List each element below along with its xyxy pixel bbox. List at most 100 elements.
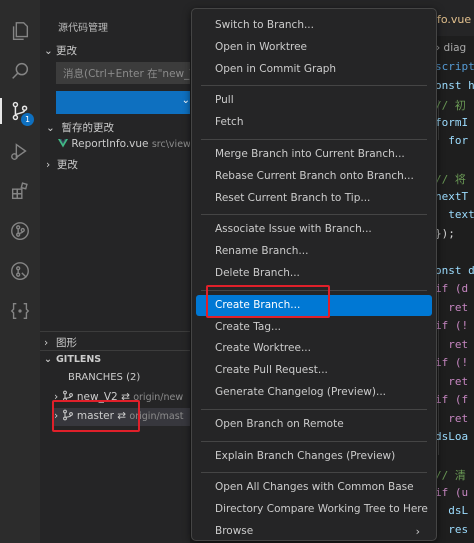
menu-separator [201,214,427,216]
staged-changes-label: 暂存的更改 [61,122,115,134]
chevron-down-icon: ⌄ [46,122,55,134]
code-line: if (f [435,393,469,406]
unstaged-changes-header[interactable]: › 更改 [46,157,78,172]
code-line: ret [435,411,469,425]
menu-item-delete-branch[interactable]: Delete Branch... [196,263,432,284]
source-control-icon[interactable]: 1 [0,94,40,128]
changes-section-header[interactable]: ⌄ 更改 [44,43,77,58]
chevron-down-icon[interactable]: ⌄ [182,95,190,106]
menu-item-open-branch-on-remote[interactable]: Open Branch on Remote [196,414,432,435]
menu-item-label: Rebase Current Branch onto Branch... [215,169,414,182]
remote-explorer-icon[interactable] [0,294,40,328]
menu-item-create-pull-request[interactable]: Create Pull Request... [196,360,432,381]
menu-item-label: Open in Commit Graph [215,62,337,75]
menu-item-label: Generate Changelog (Preview)... [215,386,386,398]
code-line: if (! [435,319,469,332]
code-line: if (! [435,356,469,369]
menu-item-open-in-worktree[interactable]: Open in Worktree [196,37,432,58]
extensions-icon[interactable] [0,174,40,208]
menu-separator [201,85,427,87]
menu-item-label: Fetch [215,116,244,129]
menu-item-create-worktree[interactable]: Create Worktree... [196,338,432,359]
menu-item-label: Open All Changes with Common Base [215,481,414,494]
menu-item-label: Switch to Branch... [215,19,314,31]
gitlens-icon[interactable] [0,214,40,248]
menu-item-fetch[interactable]: Fetch [196,112,432,133]
commit-message-input[interactable]: 消息(Ctrl+Enter 在"new_V2 [56,62,190,84]
code-line: formI [435,115,469,129]
chevron-right-icon: › [44,337,49,349]
menu-item-generate-changelog-preview[interactable]: Generate Changelog (Preview)... [196,382,432,403]
code-line: dsL [435,504,469,517]
code-line: if (d [435,282,469,295]
menu-item-label: Create Worktree... [215,342,311,355]
menu-item-merge-branch-into-current-branch[interactable]: Merge Branch into Current Branch... [196,144,432,165]
menu-item-label: Directory Compare Working Tree to Here [215,503,428,516]
code-line: ret [435,374,469,388]
chevron-down-icon: ⌄ [44,45,53,57]
menu-item-reset-current-branch-to-tip[interactable]: Reset Current Branch to Tip... [196,188,432,209]
menu-item-browse[interactable]: Browse › [196,521,432,542]
menu-item-label: Rename Branch... [215,245,309,258]
menu-item-label: Open Branch on Remote [215,417,344,430]
menu-item-rebase-current-branch-onto-branch[interactable]: Rebase Current Branch onto Branch... [196,166,432,187]
menu-item-label: Associate Issue with Branch... [215,223,372,236]
branch-context-menu: Switch to Branch... Open in Worktree Open … [191,8,437,541]
chevron-down-icon: ⌄ [44,354,52,365]
code-line: script [435,60,474,73]
branch-upstream: origin/new [133,392,184,403]
unstaged-changes-label: 更改 [56,159,78,171]
explorer-icon[interactable] [0,14,40,48]
menu-item-open-all-changes-with-common-base[interactable]: Open All Changes with Common Base [196,477,432,498]
menu-item-label: Open in Worktree [215,40,308,53]
code-line: onst d [435,263,474,277]
menu-item-label: Reset Current Branch to Tip... [215,191,371,204]
menu-item-directory-compare-working-tree-to-here[interactable]: Directory Compare Working Tree to Here [196,499,432,520]
menu-item-open-in-commit-graph[interactable]: Open in Commit Graph [196,59,432,80]
menu-separator [201,139,427,140]
gitlens-inspect-icon[interactable] [0,254,40,288]
menu-item-pull[interactable]: Pull [196,90,432,111]
staged-changes-header[interactable]: ⌄ 暂存的更改 [46,120,114,135]
activity-bar: 1 [0,0,40,543]
search-icon[interactable] [0,54,40,88]
annotation-box-create-branch [206,285,330,318]
code-line: onst h [435,78,474,92]
run-debug-icon[interactable] [0,134,40,168]
branches-count: (2) [126,372,141,383]
breadcrumb[interactable]: › diag [436,42,466,54]
menu-item-label: Browse [215,525,254,537]
code-line: // 将 [435,173,466,186]
staged-file-path: src\views\ [151,139,190,150]
branches-label: BRANCHES [68,372,123,383]
menu-separator [201,472,427,474]
staged-file-item[interactable]: ReportInfo.vue src\views\ [58,138,190,150]
graph-section-header[interactable]: › 图形 [44,335,77,350]
code-line: if (u [435,485,469,499]
commit-button[interactable]: ⌄ [56,91,190,114]
code-line: // 初 [435,99,466,112]
menu-item-rename-branch[interactable]: Rename Branch... [196,241,432,262]
chevron-right-icon: › [415,525,420,538]
changes-count-badge: 1 [21,113,34,126]
menu-separator [201,440,427,442]
code-line: ret [435,337,469,351]
changes-section-label: 更改 [56,45,77,57]
annotation-box-master [52,400,140,432]
gitlens-section-header[interactable]: ⌄ GITLENS [44,354,101,365]
menu-item-create-tag[interactable]: Create Tag... [196,317,432,338]
menu-item-label: Delete Branch... [215,267,300,279]
code-line: }); [435,226,455,240]
menu-item-label: Pull [215,94,234,107]
chevron-right-icon: › [46,159,51,171]
branches-group[interactable]: BRANCHES (2) [68,372,140,383]
gitlens-section-label: GITLENS [56,354,102,365]
source-control-sidebar: 源代码管理 ⌄ 更改 消息(Ctrl+Enter 在"new_V2 ⌄ ⌄ 暂存的… [40,0,190,543]
code-line: dsLoa [435,430,469,443]
vue-file-icon [58,139,68,148]
menu-item-associate-issue-with-branch[interactable]: Associate Issue with Branch... [196,219,432,240]
code-line: nextT [435,189,469,203]
menu-item-label: Explain Branch Changes (Preview) [215,449,396,462]
menu-item-switch-to-branch[interactable]: Switch to Branch... [196,15,432,36]
menu-item-explain-branch-changes-preview[interactable]: Explain Branch Changes (Preview) [196,446,432,467]
